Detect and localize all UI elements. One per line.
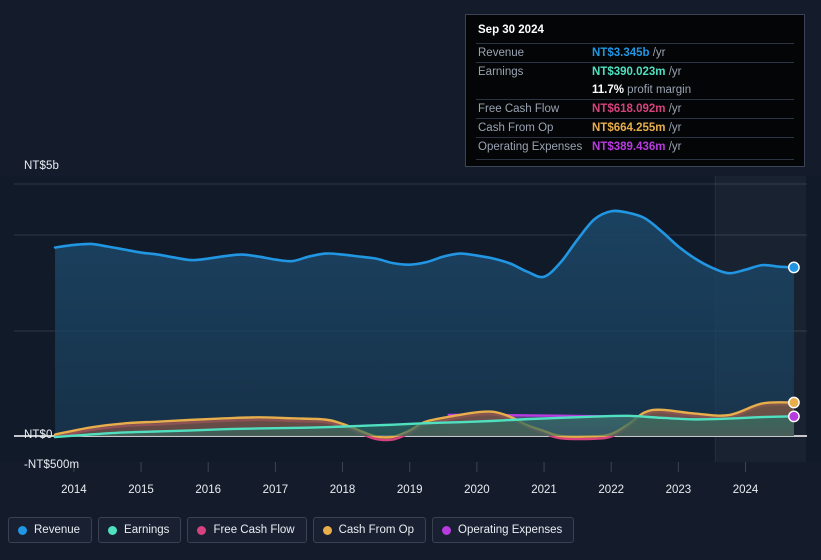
legend-color-dot-icon: [322, 525, 332, 535]
x-axis-tick-2024: 2024: [732, 484, 759, 496]
y-axis-label-top: NT$5b: [24, 160, 60, 172]
x-axis-tick-2022: 2022: [598, 484, 624, 496]
tooltip-row-label: Free Cash Flow: [476, 99, 590, 119]
legend-item-label: Revenue: [34, 524, 81, 536]
legend-item-label: Earnings: [124, 524, 170, 536]
tooltip-row: Cash From Op NT$664.255m /yr: [476, 118, 794, 138]
tooltip-bottom-rule: [476, 159, 794, 160]
legend-color-dot-icon: [108, 525, 118, 535]
tooltip-row: Operating Expenses NT$389.436m /yr: [476, 137, 794, 156]
legend-color-dot-icon: [442, 525, 452, 535]
endpoint-marker-cash-from-op: [788, 396, 800, 409]
legend-item-free-cash-flow[interactable]: Free Cash Flow: [187, 517, 307, 543]
x-axis-tick-2023: 2023: [665, 484, 692, 496]
tooltip-value-number: NT$3.345b: [592, 47, 650, 59]
endpoint-marker-operating-expenses: [788, 410, 800, 423]
tooltip-row-label: Revenue: [476, 43, 590, 63]
x-axis-tick-2016: 2016: [195, 484, 221, 496]
x-axis-tick-2017: 2017: [262, 484, 289, 496]
data-tooltip: Sep 30 2024 Revenue NT$3.345b /yr Earnings…: [465, 14, 805, 167]
tooltip-value-number: 11.7%: [592, 84, 624, 96]
legend-item-earnings[interactable]: Earnings: [98, 517, 182, 543]
legend-item-cash-from-op[interactable]: Cash From Op: [312, 517, 427, 543]
tooltip-row-value: NT$389.436m /yr: [590, 137, 794, 156]
tooltip-value-number: NT$664.255m: [592, 122, 666, 134]
tooltip-value-unit: profit margin: [623, 84, 692, 96]
x-axis-tick-2015: 2015: [128, 484, 154, 496]
legend-item-revenue[interactable]: Revenue: [8, 517, 93, 543]
tooltip-row: 11.7% profit margin: [476, 81, 794, 100]
tooltip-value-unit: /yr: [665, 103, 682, 115]
tooltip-row: Revenue NT$3.345b /yr: [476, 43, 794, 63]
y-axis-label-zero: NT$0: [24, 429, 53, 441]
x-axis-tick-2021: 2021: [531, 484, 557, 496]
tooltip-row: Free Cash Flow NT$618.092m /yr: [476, 99, 794, 119]
tooltip-date: Sep 30 2024: [478, 24, 544, 36]
tooltip-row-value: 11.7% profit margin: [590, 81, 794, 100]
legend-item-label: Operating Expenses: [458, 524, 563, 536]
tooltip-value-number: NT$618.092m: [592, 103, 666, 115]
tooltip-row: Earnings NT$390.023m /yr: [476, 62, 794, 81]
tooltip-table: Revenue NT$3.345b /yr Earnings NT$390.023m …: [476, 43, 794, 156]
x-axis-tick-2018: 2018: [329, 484, 356, 496]
tooltip-value-unit: /yr: [665, 66, 682, 78]
tooltip-row-label: Cash From Op: [476, 118, 590, 138]
tooltip-row-label: [476, 81, 590, 100]
financial-chart-page: NT$5b NT$0 -NT$500m 2014 2015 2016 2017 2018…: [0, 0, 821, 560]
y-axis-label-bottom: -NT$500m: [24, 459, 80, 471]
tooltip-row-label: Earnings: [476, 62, 590, 81]
tooltip-row-value: NT$390.023m /yr: [590, 62, 794, 81]
tooltip-row-value: NT$3.345b /yr: [590, 43, 794, 63]
tooltip-row-value: NT$618.092m /yr: [590, 99, 794, 119]
tooltip-value-number: NT$390.023m: [592, 66, 666, 78]
tooltip-value-unit: /yr: [665, 122, 682, 134]
chart-legend[interactable]: Revenue Earnings Free Cash Flow Cash From O…: [8, 517, 575, 543]
x-axis-tick-2019: 2019: [396, 484, 423, 496]
tooltip-value-unit: /yr: [665, 141, 682, 153]
legend-color-dot-icon: [197, 525, 207, 535]
legend-item-label: Free Cash Flow: [213, 524, 295, 536]
tooltip-value-number: NT$389.436m: [592, 141, 666, 153]
x-axis-tick-2014: 2014: [61, 484, 87, 496]
tooltip-row-value: NT$664.255m /yr: [590, 118, 794, 138]
x-axis-tick-2020: 2020: [464, 484, 490, 496]
legend-item-label: Cash From Op: [338, 524, 415, 536]
tooltip-row-label: Operating Expenses: [476, 137, 590, 156]
legend-item-operating-expenses[interactable]: Operating Expenses: [432, 517, 575, 543]
endpoint-marker-revenue: [788, 261, 800, 274]
tooltip-value-unit: /yr: [649, 47, 666, 59]
legend-color-dot-icon: [18, 525, 27, 535]
